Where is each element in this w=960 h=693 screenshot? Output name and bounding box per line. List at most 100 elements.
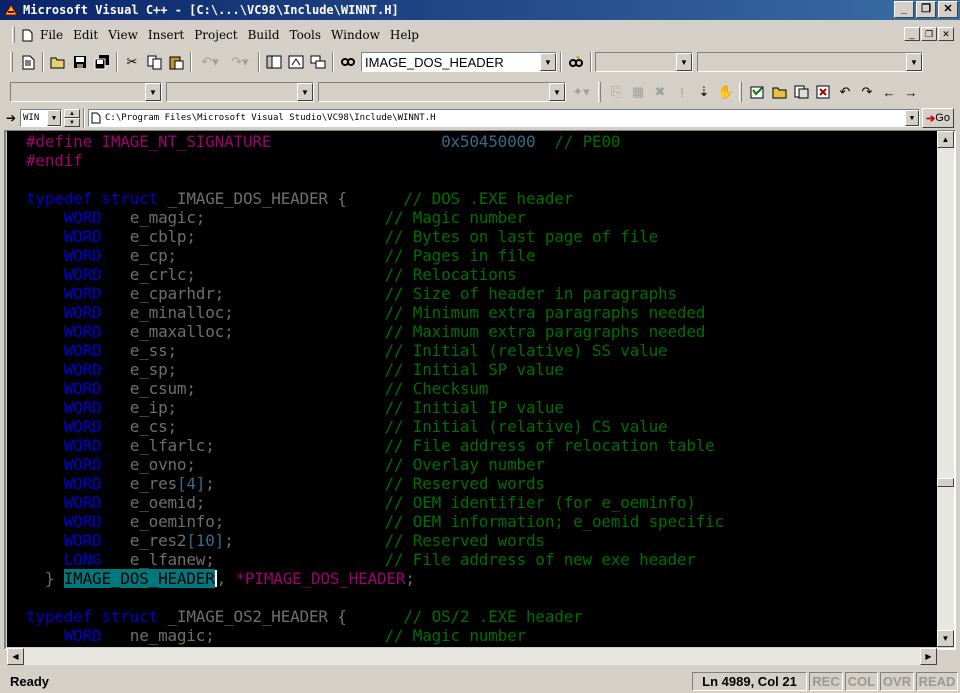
toolbar-grip[interactable] — [10, 52, 13, 72]
spin-control[interactable]: ▲ ▼ — [64, 109, 80, 127]
restore-button[interactable]: ❐ — [916, 1, 936, 18]
dropdown-arrow-icon[interactable]: ▼ — [905, 110, 919, 126]
find-icon[interactable] — [565, 51, 587, 73]
vertical-scrollbar[interactable]: ▲ ▼ — [937, 131, 954, 647]
title-bar[interactable]: Microsoft Visual C++ - [C:\...\VC98\Incl… — [0, 0, 960, 20]
wizard-class-combo[interactable]: ▼ — [595, 52, 693, 72]
code-line[interactable]: WORD e_ovno; // Overlay number — [26, 455, 724, 474]
code-line[interactable]: WORD e_res2[10]; // Reserved words — [26, 531, 724, 550]
window-list-icon[interactable] — [307, 51, 329, 73]
dropdown-arrow-icon[interactable]: ▼ — [297, 83, 313, 101]
code-line[interactable] — [26, 588, 724, 607]
code-line[interactable]: WORD e_sp; // Initial SP value — [26, 360, 724, 379]
paste-icon[interactable] — [165, 51, 187, 73]
stop-build-icon[interactable]: ✖ — [649, 81, 671, 103]
new-file-icon[interactable] — [17, 51, 39, 73]
dropdown-arrow-icon[interactable]: ▼ — [549, 83, 565, 101]
minimize-button[interactable]: _ — [894, 1, 914, 18]
spin-down-icon[interactable]: ▼ — [64, 118, 80, 127]
vertical-scroll-thumb[interactable] — [937, 478, 954, 487]
close-button[interactable]: ✕ — [938, 1, 958, 18]
toolbar-grip[interactable] — [598, 82, 601, 102]
copy-icon[interactable] — [143, 51, 165, 73]
code-line[interactable]: WORD e_cp; // Pages in file — [26, 246, 724, 265]
scroll-up-icon[interactable]: ▲ — [937, 131, 954, 148]
back-icon[interactable]: ← — [878, 81, 900, 103]
dropdown-arrow-icon[interactable]: ▼ — [906, 53, 922, 71]
filter-combo[interactable]: ▼ — [166, 82, 314, 102]
code-line[interactable]: WORD e_cparhdr; // Size of header in par… — [26, 284, 724, 303]
menu-project[interactable]: Project — [189, 26, 242, 44]
code-line[interactable]: WORD e_oemid; // OEM identifier (for e_o… — [26, 493, 724, 512]
menubar-grip[interactable] — [12, 27, 15, 43]
menu-view[interactable]: View — [103, 26, 143, 44]
scroll-left-icon[interactable]: ◀ — [7, 648, 24, 665]
target-combo[interactable]: WIN ▼ — [20, 109, 62, 127]
code-text[interactable]: #define IMAGE_NT_SIGNATURE 0x50450000 //… — [26, 132, 724, 645]
code-line[interactable]: WORD e_oeminfo; // OEM information; e_oe… — [26, 512, 725, 531]
compile-icon[interactable]: ⎘ — [605, 81, 627, 103]
code-line[interactable] — [26, 170, 724, 189]
build-icon[interactable]: ▦ — [627, 81, 649, 103]
hand-icon[interactable]: ✋ — [715, 81, 737, 103]
bookmark-icon[interactable] — [812, 81, 834, 103]
spin-up-icon[interactable]: ▲ — [64, 109, 80, 118]
redo-icon[interactable]: ↷▾ — [225, 51, 255, 73]
open-folder-icon[interactable] — [47, 51, 69, 73]
child-minimize-button[interactable]: _ — [904, 27, 920, 41]
code-line[interactable]: WORD e_cblp; // Bytes on last page of fi… — [26, 227, 724, 246]
dropdown-arrow-icon[interactable]: ▼ — [540, 53, 556, 71]
class-view-icon[interactable] — [746, 81, 768, 103]
menu-help[interactable]: Help — [385, 26, 424, 44]
code-line[interactable]: LONG e_lfanew; // File address of new ex… — [26, 550, 724, 569]
menu-build[interactable]: Build — [243, 26, 285, 44]
dropdown-arrow-icon[interactable]: ▼ — [676, 53, 692, 71]
forward-icon[interactable]: → — [900, 81, 922, 103]
file-icon[interactable] — [790, 81, 812, 103]
code-line[interactable]: WORD e_maxalloc; // Maximum extra paragr… — [26, 322, 724, 341]
workspace-icon[interactable] — [263, 51, 285, 73]
dropdown-arrow-icon[interactable]: ▼ — [47, 110, 61, 126]
menu-window[interactable]: Window — [326, 26, 385, 44]
document-icon[interactable] — [19, 24, 35, 46]
code-line[interactable]: WORD e_cs; // Initial (relative) CS valu… — [26, 417, 724, 436]
members-combo[interactable]: ▼ — [318, 82, 566, 102]
code-line[interactable]: WORD e_csum; // Checksum — [26, 379, 724, 398]
undo-icon[interactable]: ↶▾ — [195, 51, 225, 73]
find-combo[interactable]: IMAGE_DOS_HEADER ▼ — [361, 52, 557, 72]
menu-edit[interactable]: Edit — [68, 26, 103, 44]
execute-icon[interactable]: ! — [671, 81, 693, 103]
wizard-member-combo[interactable]: ▼ — [697, 52, 923, 72]
wizard-icon[interactable]: ✦▾ — [566, 81, 596, 103]
scroll-down-icon[interactable]: ▼ — [937, 630, 954, 647]
code-editor[interactable]: #define IMAGE_NT_SIGNATURE 0x50450000 //… — [7, 131, 937, 647]
scroll-right-icon[interactable]: ▶ — [920, 648, 937, 665]
scope-combo[interactable]: ▼ — [10, 82, 162, 102]
code-line[interactable]: typedef struct _IMAGE_DOS_HEADER { // DO… — [26, 189, 724, 208]
code-line[interactable]: WORD e_crlc; // Relocations — [26, 265, 724, 284]
menu-tools[interactable]: Tools — [285, 26, 327, 44]
toolbar-grip[interactable] — [739, 82, 742, 102]
go-icon[interactable]: ⇣ — [693, 81, 715, 103]
folder-icon[interactable] — [768, 81, 790, 103]
child-restore-button[interactable]: ❐ — [921, 27, 937, 41]
code-line[interactable]: WORD e_ip; // Initial IP value — [26, 398, 724, 417]
code-line[interactable]: #define IMAGE_NT_SIGNATURE 0x50450000 //… — [26, 132, 724, 151]
menu-insert[interactable]: Insert — [143, 26, 189, 44]
horizontal-scrollbar[interactable]: ◀ ▶ — [7, 648, 937, 665]
code-line[interactable]: WORD e_ss; // Initial (relative) SS valu… — [26, 341, 724, 360]
code-line[interactable]: WORD e_res[4]; // Reserved words — [26, 474, 724, 493]
cut-icon[interactable]: ✂ — [121, 51, 143, 73]
arrow-right-icon[interactable]: ➔ — [4, 107, 18, 129]
code-line[interactable]: typedef struct _IMAGE_OS2_HEADER { // OS… — [26, 607, 724, 626]
code-line[interactable]: WORD e_minalloc; // Minimum extra paragr… — [26, 303, 724, 322]
find-in-files-icon[interactable] — [337, 51, 359, 73]
go-button[interactable]: ➔ Go — [922, 108, 954, 128]
child-close-button[interactable]: ✕ — [938, 27, 954, 41]
menu-file[interactable]: File — [35, 26, 68, 44]
code-line[interactable]: } IMAGE_DOS_HEADER, *PIMAGE_DOS_HEADER; — [26, 569, 724, 588]
code-line[interactable]: #endif — [26, 151, 724, 170]
goto-icon[interactable]: ↶ — [834, 81, 856, 103]
save-all-icon[interactable] — [91, 51, 113, 73]
save-icon[interactable] — [69, 51, 91, 73]
